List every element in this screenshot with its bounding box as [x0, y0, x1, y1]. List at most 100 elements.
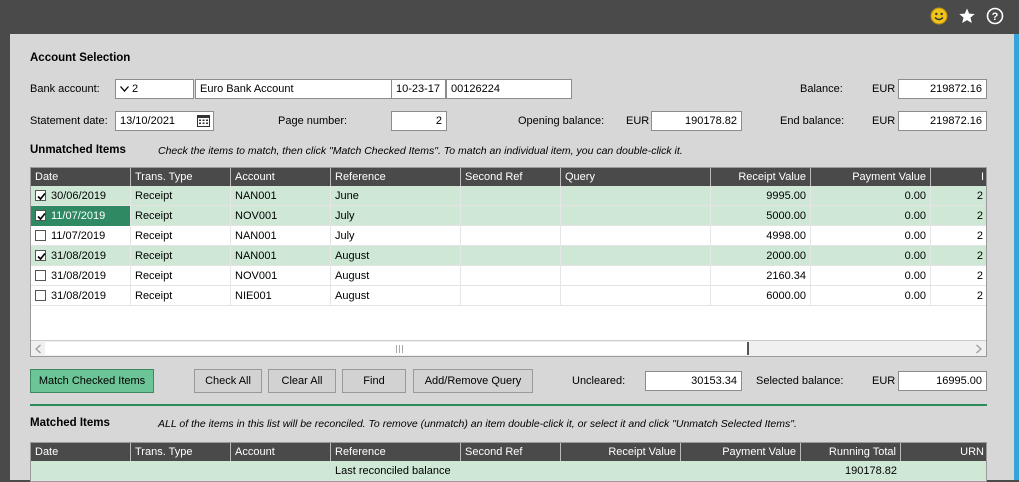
column-header-second-ref[interactable]: Second Ref	[461, 168, 561, 186]
opening-currency: EUR	[626, 115, 650, 127]
row-checkbox[interactable]	[35, 210, 46, 221]
scroll-left-icon[interactable]	[34, 344, 43, 354]
table-row[interactable]: 31/08/2019 Receipt NAN001 August 2000.00 0.00…	[31, 246, 986, 266]
cell-date: 30/06/2019	[31, 186, 131, 206]
column-header-running-total[interactable]: Running Total	[801, 443, 901, 461]
cell-receipt-value: 6000.00	[711, 286, 811, 306]
cell-query	[561, 226, 711, 246]
column-header-date[interactable]: Date	[31, 443, 131, 461]
section-divider	[30, 404, 987, 406]
column-header-reference[interactable]: Reference	[331, 168, 461, 186]
account-selection-title: Account Selection	[30, 52, 131, 64]
row-checkbox[interactable]	[35, 190, 46, 201]
cell-extra: 2	[931, 226, 986, 246]
bank-name-field: Euro Bank Account	[195, 79, 392, 99]
sort-code-field: 10-23-17	[391, 79, 446, 99]
column-header-receipt-value[interactable]: Receipt Value	[561, 443, 681, 461]
cell-account: NAN001	[231, 246, 331, 266]
cell-text: 30/06/2019	[51, 190, 107, 202]
cell-query	[561, 186, 711, 206]
find-button[interactable]: Find	[342, 369, 406, 393]
column-header-account[interactable]: Account	[231, 168, 331, 186]
cell-receipt-value: 2000.00	[711, 246, 811, 266]
page-number-label: Page number:	[278, 115, 348, 127]
table-row[interactable]: 31/08/2019 Receipt NIE001 August 6000.00 0.00…	[31, 286, 986, 306]
column-header-date[interactable]: Date	[31, 168, 131, 186]
cell-receipt-value: 9995.00	[711, 186, 811, 206]
column-header-account[interactable]: Account	[231, 443, 331, 461]
star-icon[interactable]	[958, 7, 976, 25]
column-header-extra[interactable]: I	[931, 168, 986, 186]
opening-balance-field[interactable]: 190178.82	[651, 111, 742, 131]
cell-receipt-value: 5000.00	[711, 206, 811, 226]
unmatched-items-title: Unmatched Items	[30, 144, 126, 156]
cell-payment-value: 0.00	[811, 226, 931, 246]
help-icon[interactable]: ?	[986, 7, 1004, 25]
statement-date-field[interactable]: 13/10/2021	[115, 111, 214, 131]
table-row[interactable]: 11/07/2019 Receipt NAN001 July 4998.00 0.00 2	[31, 226, 986, 246]
selected-balance-label: Selected balance:	[756, 375, 844, 387]
bank-account-select[interactable]: 2	[115, 79, 194, 99]
balance-currency: EUR	[872, 83, 896, 95]
svg-text:?: ?	[992, 11, 999, 23]
cell-date	[31, 461, 131, 481]
scroll-thumb[interactable]	[45, 342, 749, 355]
column-header-trans-type[interactable]: Trans. Type	[131, 443, 231, 461]
cell-payment-value: 0.00	[811, 186, 931, 206]
end-balance-field[interactable]: 219872.16	[898, 111, 987, 131]
row-checkbox[interactable]	[35, 290, 46, 301]
add-remove-query-button[interactable]: Add/Remove Query	[413, 369, 533, 393]
statement-date-label: Statement date:	[30, 115, 108, 127]
cell-query	[561, 246, 711, 266]
matched-hint: ALL of the items in this list will be re…	[158, 418, 797, 430]
check-all-button[interactable]: Check All	[194, 369, 262, 393]
row-checkbox[interactable]	[35, 270, 46, 281]
matched-items-title: Matched Items	[30, 417, 110, 429]
window-edge	[1014, 34, 1019, 480]
cell-receipt-value: 2160.34	[711, 266, 811, 286]
table-row[interactable]: 30/06/2019 Receipt NAN001 June 9995.00 0.00 2	[31, 186, 986, 206]
smiley-icon[interactable]	[930, 7, 948, 25]
cell-text: 11/07/2019	[51, 210, 106, 222]
cell-extra: 2	[931, 246, 986, 266]
calendar-icon[interactable]	[197, 115, 210, 127]
page-number-field[interactable]: 2	[391, 111, 447, 131]
column-header-query[interactable]: Query	[561, 168, 711, 186]
cell-second-ref	[461, 186, 561, 206]
cell-payment-value: 0.00	[811, 246, 931, 266]
column-header-reference[interactable]: Reference	[331, 443, 461, 461]
clear-all-button[interactable]: Clear All	[268, 369, 336, 393]
account-number-field: 00126224	[446, 79, 572, 99]
column-header-payment-value[interactable]: Payment Value	[681, 443, 801, 461]
column-header-second-ref[interactable]: Second Ref	[461, 443, 561, 461]
table-row[interactable]: 11/07/2019 Receipt NOV001 July 5000.00 0.00 2	[31, 206, 986, 226]
cell-date: 11/07/2019	[31, 206, 131, 226]
match-checked-items-button[interactable]: Match Checked Items	[30, 369, 154, 393]
cell-second-ref	[461, 226, 561, 246]
unmatched-hint: Check the items to match, then click "Ma…	[158, 145, 683, 157]
row-checkbox[interactable]	[35, 230, 46, 241]
horizontal-scrollbar[interactable]	[31, 340, 986, 356]
cell-text: 31/08/2019	[51, 270, 107, 282]
cell-reference: August	[331, 246, 461, 266]
cell-date: 11/07/2019	[31, 226, 131, 246]
uncleared-field: 30153.34	[645, 371, 742, 391]
cell-payment-value	[681, 461, 801, 481]
cell-second-ref	[461, 206, 561, 226]
cell-account: NAN001	[231, 186, 331, 206]
cell-account: NOV001	[231, 206, 331, 226]
row-checkbox[interactable]	[35, 250, 46, 261]
column-header-payment-value[interactable]: Payment Value	[811, 168, 931, 186]
column-header-receipt-value[interactable]: Receipt Value	[711, 168, 811, 186]
cell-extra: 2	[931, 286, 986, 306]
column-header-urn[interactable]: URN	[901, 443, 986, 461]
cell-trans-type: Receipt	[131, 226, 231, 246]
column-header-trans-type[interactable]: Trans. Type	[131, 168, 231, 186]
end-balance-label: End balance:	[780, 115, 845, 127]
scroll-right-icon[interactable]	[974, 344, 983, 354]
table-row[interactable]: 31/08/2019 Receipt NOV001 August 2160.34 0.00…	[31, 266, 986, 286]
cell-payment-value: 0.00	[811, 286, 931, 306]
cell-account	[231, 461, 331, 481]
cell-account: NOV001	[231, 266, 331, 286]
table-row[interactable]: Last reconciled balance 190178.82	[31, 461, 986, 481]
